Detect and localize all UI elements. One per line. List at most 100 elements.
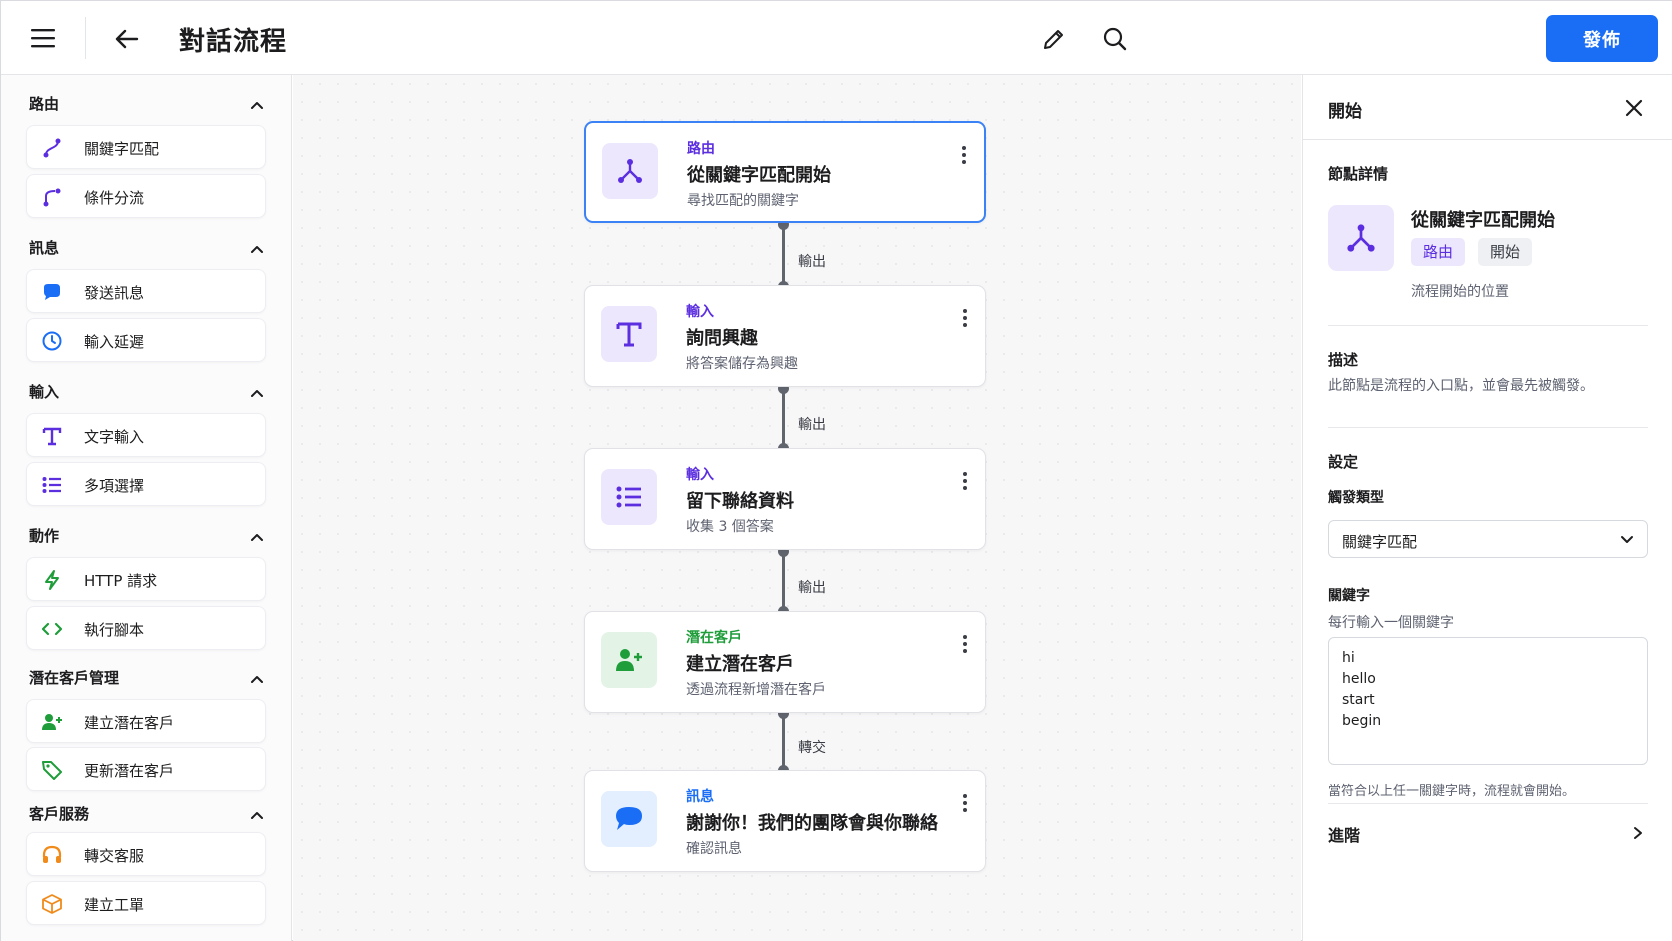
section-header-input[interactable]: 輸入 xyxy=(29,381,265,405)
palette-item-send-message[interactable]: 發送訊息 xyxy=(26,269,266,313)
node-detail-title: 從關鍵字匹配開始 xyxy=(1411,210,1555,231)
menu-icon[interactable] xyxy=(31,26,57,50)
section-title: 輸入 xyxy=(29,383,60,401)
search-icon[interactable] xyxy=(1102,26,1128,52)
description-text: 此節點是流程的入口點，並會最先被觸發。 xyxy=(1328,378,1594,394)
palette-item-label: 關鍵字匹配 xyxy=(84,140,160,158)
flow-node-contact-info[interactable]: 輸入 留下聯絡資料 收集 3 個答案 xyxy=(584,448,986,550)
node-subtitle: 確認訊息 xyxy=(686,841,742,857)
node-palette-sidebar: 路由 關鍵字匹配 條件分流 訊息 發送訊息 輸入延遲 輸入 文字輸入 多項選擇 … xyxy=(1,75,292,941)
palette-item-label: 輸入延遲 xyxy=(84,333,145,351)
palette-item-label: 執行腳本 xyxy=(84,621,145,639)
section-header-customer-service[interactable]: 客戶服務 xyxy=(29,803,265,827)
node-title: 詢問興趣 xyxy=(686,328,758,349)
node-icon-box xyxy=(602,143,658,199)
more-vertical-icon[interactable] xyxy=(957,306,973,330)
palette-item-text-input[interactable]: 文字輸入 xyxy=(26,413,266,457)
route-icon xyxy=(618,159,642,183)
palette-item-multiple-choice[interactable]: 多項選擇 xyxy=(26,462,266,506)
chat-bubble-icon xyxy=(616,807,642,830)
section-header-messages[interactable]: 訊息 xyxy=(29,237,265,261)
section-header-routing[interactable]: 路由 xyxy=(29,93,265,117)
section-title: 動作 xyxy=(29,527,60,545)
node-category: 訊息 xyxy=(686,789,714,805)
panel-title: 開始 xyxy=(1328,102,1362,122)
more-vertical-icon[interactable] xyxy=(957,469,973,493)
route-icon xyxy=(43,138,61,158)
section-header-actions[interactable]: 動作 xyxy=(29,525,265,549)
palette-item-create-lead[interactable]: 建立潛在客戶 xyxy=(26,699,266,743)
palette-item-handoff-agent[interactable]: 轉交客服 xyxy=(26,832,266,876)
branch-icon xyxy=(43,188,61,207)
chevron-up-icon xyxy=(251,676,263,683)
flow-node-thank-you-message[interactable]: 訊息 謝謝你！我們的團隊會與你聯絡 確認訊息 xyxy=(584,770,986,872)
chevron-up-icon xyxy=(251,812,263,819)
edge-line xyxy=(782,388,785,447)
node-icon-box xyxy=(601,469,657,525)
node-category: 輸入 xyxy=(686,304,714,320)
chevron-up-icon xyxy=(251,390,263,397)
chevron-up-icon xyxy=(251,246,263,253)
palette-item-label: 發送訊息 xyxy=(84,284,145,302)
clock-icon xyxy=(42,331,62,351)
chevron-down-icon xyxy=(1621,536,1633,543)
node-icon-box xyxy=(601,306,657,362)
palette-item-label: 多項選擇 xyxy=(84,477,145,495)
edge-label: 輸出 xyxy=(798,580,826,596)
back-arrow-icon[interactable] xyxy=(113,25,141,53)
settings-label: 設定 xyxy=(1328,453,1359,471)
flow-node-keyword-start[interactable]: 路由 從關鍵字匹配開始 尋找匹配的關鍵字 xyxy=(584,121,986,223)
node-details-label: 節點詳情 xyxy=(1328,165,1389,183)
advanced-label: 進階 xyxy=(1328,826,1361,845)
section-header-lead-management[interactable]: 潛在客戶管理 xyxy=(29,667,265,691)
chevron-up-icon xyxy=(251,534,263,541)
advanced-section-toggle[interactable]: 進階 xyxy=(1328,822,1648,852)
edge-label: 輸出 xyxy=(798,254,826,270)
trigger-type-select[interactable]: 關鍵字匹配 xyxy=(1328,520,1648,558)
divider xyxy=(1328,803,1648,804)
edge-label: 轉交 xyxy=(798,740,826,756)
node-subtitle: 透過流程新增潛在客戶 xyxy=(686,682,826,698)
edge-line xyxy=(782,713,785,769)
palette-item-typing-delay[interactable]: 輸入延遲 xyxy=(26,318,266,362)
pencil-icon[interactable] xyxy=(1041,26,1067,52)
palette-item-http-request[interactable]: HTTP 請求 xyxy=(26,557,266,601)
keywords-note: 當符合以上任一關鍵字時，流程就會開始。 xyxy=(1328,784,1576,799)
palette-item-label: 文字輸入 xyxy=(84,428,145,446)
category-badge: 路由 xyxy=(1411,238,1466,266)
keywords-label: 關鍵字 xyxy=(1328,588,1370,604)
tag-icon xyxy=(42,761,62,780)
code-icon xyxy=(41,622,63,636)
route-icon xyxy=(1347,224,1375,252)
keywords-textarea[interactable]: hi hello start begin xyxy=(1328,637,1648,765)
more-vertical-icon[interactable] xyxy=(957,791,973,815)
node-subtitle: 收集 3 個答案 xyxy=(686,519,774,535)
node-detail-icon-box xyxy=(1328,205,1394,271)
flow-canvas[interactable]: 輸出 輸出 輸出 轉交 路由 從關鍵字匹配開始 尋找匹配的關鍵字 輸入 詢問興趣… xyxy=(293,75,1301,941)
trigger-type-label: 觸發類型 xyxy=(1328,490,1384,506)
description-label: 描述 xyxy=(1328,351,1359,369)
node-icon-box xyxy=(601,632,657,688)
close-icon[interactable] xyxy=(1625,99,1643,117)
palette-item-run-script[interactable]: 執行腳本 xyxy=(26,606,266,650)
palette-item-update-lead[interactable]: 更新潛在客戶 xyxy=(26,747,266,791)
chevron-up-icon xyxy=(251,102,263,109)
palette-item-conditional-branch[interactable]: 條件分流 xyxy=(26,174,266,218)
list-icon xyxy=(616,486,641,508)
edge-line xyxy=(782,224,785,285)
more-vertical-icon[interactable] xyxy=(956,143,972,167)
palette-item-create-ticket[interactable]: 建立工單 xyxy=(26,881,266,925)
node-title: 建立潛在客戶 xyxy=(686,654,794,675)
flow-node-create-lead[interactable]: 潛在客戶 建立潛在客戶 透過流程新增潛在客戶 xyxy=(584,611,986,713)
divider xyxy=(1328,325,1648,326)
palette-item-keyword-match[interactable]: 關鍵字匹配 xyxy=(26,125,266,169)
edge-line xyxy=(782,551,785,610)
section-title: 客戶服務 xyxy=(29,805,90,823)
more-vertical-icon[interactable] xyxy=(957,632,973,656)
palette-item-label: 轉交客服 xyxy=(84,847,145,865)
publish-button[interactable]: 發佈 xyxy=(1546,15,1658,62)
top-bar: 對話流程 發佈 xyxy=(1,1,1672,75)
app-frame: 對話流程 發佈 路由 關鍵字匹配 條件分流 訊息 發送訊息 輸入延遲 輸入 文字… xyxy=(0,0,1672,941)
flow-node-ask-interest[interactable]: 輸入 詢問興趣 將答案儲存為興趣 xyxy=(584,285,986,387)
text-icon xyxy=(616,322,642,347)
